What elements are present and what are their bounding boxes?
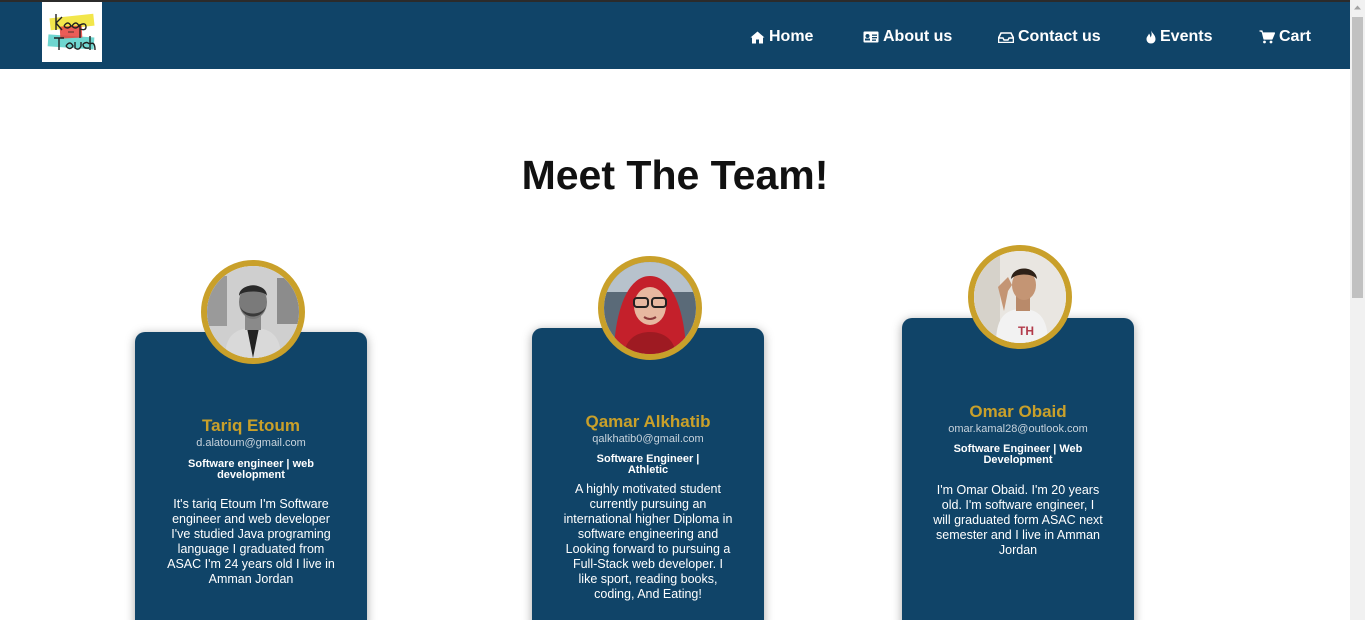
page-title: Meet The Team! bbox=[521, 152, 829, 198]
page: Home About us Contact us Events Cart Mee… bbox=[0, 0, 1365, 620]
team-card: Tariq Etoum d.alatoum@gmail.com Software… bbox=[135, 332, 367, 620]
member-role: Software Engineer | Athletic bbox=[596, 453, 700, 476]
team-card: Qamar Alkhatib qalkhatib0@gmail.com Soft… bbox=[532, 328, 764, 620]
logo[interactable] bbox=[42, 2, 102, 62]
team-card: Omar Obaid omar.kamal28@outlook.com Soft… bbox=[902, 318, 1134, 620]
member-bio: It's tariq Etoum I'm Software engineer a… bbox=[167, 497, 335, 586]
id-card-icon bbox=[863, 31, 879, 43]
member-name: Omar Obaid bbox=[969, 402, 1067, 421]
nav-home[interactable]: Home bbox=[750, 26, 813, 48]
person-photo-icon bbox=[207, 266, 299, 358]
nav-home-label: Home bbox=[769, 28, 814, 45]
member-email: d.alatoum@gmail.com bbox=[196, 437, 306, 449]
nav-contact-us-label: Contact us bbox=[1018, 28, 1101, 45]
inbox-icon bbox=[998, 31, 1014, 43]
person-photo-icon: TH bbox=[974, 251, 1066, 343]
person-photo-icon bbox=[604, 262, 696, 354]
member-role: Software engineer | web development bbox=[188, 458, 314, 481]
member-email: omar.kamal28@outlook.com bbox=[948, 423, 1088, 435]
member-role: Software Engineer | Web Development bbox=[953, 443, 1083, 466]
keep-in-touch-logo-icon bbox=[47, 13, 96, 51]
nav-cart-label: Cart bbox=[1279, 28, 1312, 45]
nav-events[interactable]: Events bbox=[1146, 26, 1212, 48]
scrollbar-thumb[interactable] bbox=[1352, 17, 1363, 298]
member-email: qalkhatib0@gmail.com bbox=[592, 433, 704, 445]
scroll-up-arrow-icon[interactable] bbox=[1350, 0, 1365, 15]
member-name: Qamar Alkhatib bbox=[585, 412, 711, 431]
avatar bbox=[201, 260, 305, 364]
cart-icon bbox=[1259, 30, 1275, 44]
nav-about-us-label: About us bbox=[883, 28, 953, 45]
nav-contact-us[interactable]: Contact us bbox=[998, 26, 1101, 48]
member-bio: I'm Omar Obaid. I'm 20 years old. I'm so… bbox=[933, 483, 1103, 557]
member-name: Tariq Etoum bbox=[202, 416, 300, 435]
avatar bbox=[598, 256, 702, 360]
member-bio: A highly motivated student currently pur… bbox=[563, 482, 733, 601]
navbar: Home About us Contact us Events Cart bbox=[0, 2, 1350, 69]
vertical-scrollbar[interactable] bbox=[1350, 0, 1365, 620]
avatar: TH bbox=[968, 245, 1072, 349]
fire-icon bbox=[1146, 30, 1156, 44]
home-icon bbox=[750, 31, 765, 43]
svg-text:TH: TH bbox=[1018, 324, 1034, 338]
nav-about-us[interactable]: About us bbox=[863, 26, 952, 48]
nav-cart[interactable]: Cart bbox=[1259, 26, 1311, 48]
nav-events-label: Events bbox=[1160, 28, 1213, 45]
